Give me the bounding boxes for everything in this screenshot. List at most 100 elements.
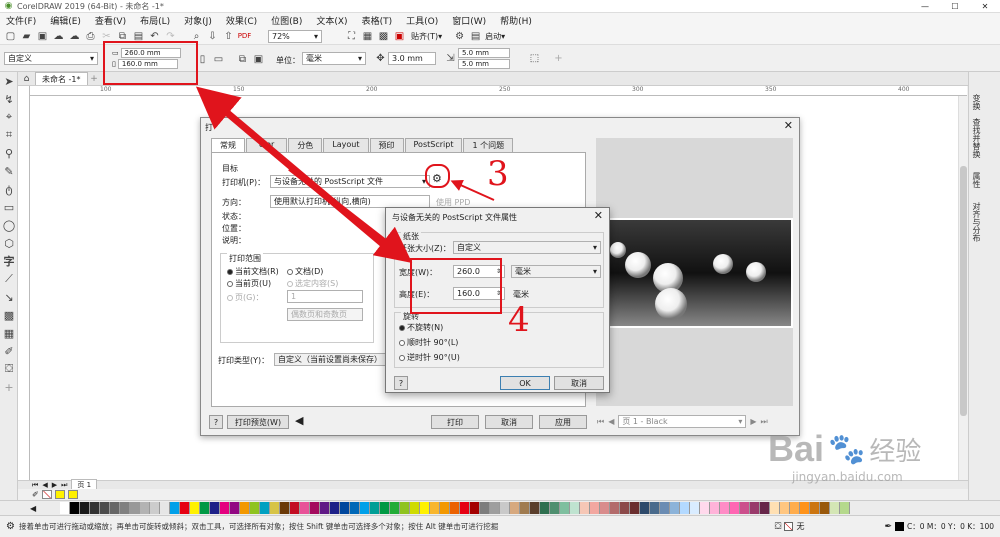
range-current-doc-radio[interactable]: 当前文档(R) [227, 266, 279, 277]
palette-swatch[interactable] [140, 502, 150, 514]
palette-swatch[interactable] [190, 502, 200, 514]
even-odd-select[interactable]: 偶数页和奇数页 [287, 308, 363, 321]
menu-help[interactable]: 帮助(H) [500, 14, 532, 27]
palette-swatch[interactable] [590, 502, 600, 514]
export-icon[interactable]: ⇧ [222, 30, 235, 43]
menu-view[interactable]: 查看(V) [95, 14, 126, 27]
palette-swatch[interactable] [790, 502, 800, 514]
full-screen-icon[interactable]: ⛶ [345, 30, 358, 43]
pdf-icon[interactable]: PDF [238, 30, 252, 43]
snap-to-menu[interactable]: 贴齐(T) ▾ [411, 31, 442, 42]
palette-swatch[interactable] [460, 502, 470, 514]
eyedropper-icon[interactable]: ✐ [0, 342, 18, 360]
range-document-radio[interactable]: 文档(D) [287, 266, 323, 277]
palette-swatch[interactable] [730, 502, 740, 514]
palette-swatch[interactable] [680, 502, 690, 514]
connector-tool-icon[interactable]: ↘ [0, 288, 18, 306]
docker-tab-align-distribute[interactable]: 对齐与分布 [969, 198, 984, 246]
zoom-level-select[interactable]: 72% ▾ [268, 29, 322, 43]
first-preview-page-icon[interactable]: ⏮ [597, 417, 604, 427]
palette-swatch[interactable] [690, 502, 700, 514]
import-icon[interactable]: ⇩ [206, 30, 219, 43]
palette-swatch[interactable] [420, 502, 430, 514]
palette-swatch[interactable] [120, 502, 130, 514]
tab-prepress[interactable]: 预印 [369, 138, 404, 152]
palette-swatch[interactable] [180, 502, 190, 514]
ps-ok-button[interactable]: OK [500, 376, 550, 390]
palette-swatch[interactable] [510, 502, 520, 514]
landscape-icon[interactable]: ▭ [212, 53, 225, 66]
show-guidelines-icon[interactable]: ▣ [393, 30, 406, 43]
palette-swatch[interactable] [770, 502, 780, 514]
palette-swatch[interactable] [520, 502, 530, 514]
palette-swatch[interactable] [370, 502, 380, 514]
palette-swatch[interactable] [80, 502, 90, 514]
interactive-fill-icon[interactable]: ⛋ [0, 360, 18, 378]
add-icon[interactable]: + [552, 52, 565, 65]
palette-swatch[interactable] [780, 502, 790, 514]
yellow-swatch-2[interactable] [67, 490, 78, 499]
palette-swatch[interactable] [750, 502, 760, 514]
palette-swatch[interactable] [800, 502, 810, 514]
print-type-select[interactable]: 自定义（当前设置尚未保存） [274, 353, 386, 366]
palette-swatch[interactable] [410, 502, 420, 514]
rotate-ccw-radio[interactable]: 逆时针 90°(U) [399, 352, 460, 363]
palette-swatch[interactable] [500, 502, 510, 514]
palette-swatch[interactable] [110, 502, 120, 514]
palette-swatch[interactable] [570, 502, 580, 514]
duplicate-y-input[interactable]: 5.0 mm [458, 59, 510, 69]
palette-swatch[interactable] [390, 502, 400, 514]
paper-size-select[interactable]: 自定义 ▾ [453, 241, 601, 254]
palette-swatch[interactable] [150, 502, 160, 514]
drop-shadow-icon[interactable]: ▩ [0, 306, 18, 324]
palette-swatch[interactable] [640, 502, 650, 514]
close-window-button[interactable]: ✕ [970, 2, 1000, 11]
palette-swatch[interactable] [530, 502, 540, 514]
palette-swatch[interactable] [100, 502, 110, 514]
palette-swatch[interactable] [700, 502, 710, 514]
paper-unit-select[interactable]: 毫米 ▾ [511, 265, 601, 278]
document-tab[interactable]: 未命名 -1* [35, 72, 88, 85]
palette-swatch[interactable] [310, 502, 320, 514]
printer-select[interactable]: 与设备无关的 PostScript 文件 ▾ [270, 175, 430, 188]
palette-swatch[interactable] [170, 502, 180, 514]
docker-tab-properties[interactable]: 属性 [969, 168, 984, 192]
text-tool-icon[interactable]: 字 [0, 252, 18, 270]
eyedropper-small-icon[interactable]: ✐ [32, 490, 39, 499]
open-folder-icon[interactable]: ▰ [20, 30, 33, 43]
palette-swatch[interactable] [260, 502, 270, 514]
menu-effects[interactable]: 效果(C) [226, 14, 257, 27]
menu-file[interactable]: 文件(F) [6, 14, 36, 27]
prev-preview-page-icon[interactable]: ◀ [608, 417, 614, 426]
palette-swatch[interactable] [630, 502, 640, 514]
show-grid-icon[interactable]: ▩ [377, 30, 390, 43]
tab-color[interactable]: olor [246, 138, 288, 152]
print-cancel-button[interactable]: 取消 [485, 415, 533, 429]
palette-swatch[interactable] [330, 502, 340, 514]
ellipse-tool-icon[interactable]: ◯ [0, 216, 18, 234]
palette-swatch[interactable] [320, 502, 330, 514]
palette-swatch[interactable] [280, 502, 290, 514]
no-color-swatch[interactable] [41, 490, 52, 499]
palette-swatch[interactable] [400, 502, 410, 514]
palette-swatch[interactable] [450, 502, 460, 514]
palette-swatch[interactable] [350, 502, 360, 514]
palette-swatch[interactable] [740, 502, 750, 514]
palette-swatch[interactable] [540, 502, 550, 514]
palette-swatch[interactable] [550, 502, 560, 514]
freehand-pick-icon[interactable]: ↯ [0, 90, 18, 108]
artistic-media-icon[interactable]: ტ [0, 180, 18, 198]
range-selection-radio[interactable]: 选定内容(S) [287, 278, 338, 289]
palette-swatch[interactable] [300, 502, 310, 514]
options-gear-icon[interactable]: ⚙ [453, 30, 466, 43]
menu-tools[interactable]: 工具(O) [406, 14, 438, 27]
print-button[interactable]: 打印 [431, 415, 479, 429]
collapse-preview-icon[interactable]: ◀ [295, 414, 303, 427]
palette-swatch[interactable] [600, 502, 610, 514]
palette-swatch[interactable] [230, 502, 240, 514]
tab-postscript[interactable]: PostScript [404, 138, 463, 152]
home-icon[interactable]: ⌂ [20, 72, 33, 85]
save-icon[interactable]: ▣ [36, 30, 49, 43]
palette-swatch[interactable] [360, 502, 370, 514]
ps-cancel-button[interactable]: 取消 [554, 376, 604, 390]
